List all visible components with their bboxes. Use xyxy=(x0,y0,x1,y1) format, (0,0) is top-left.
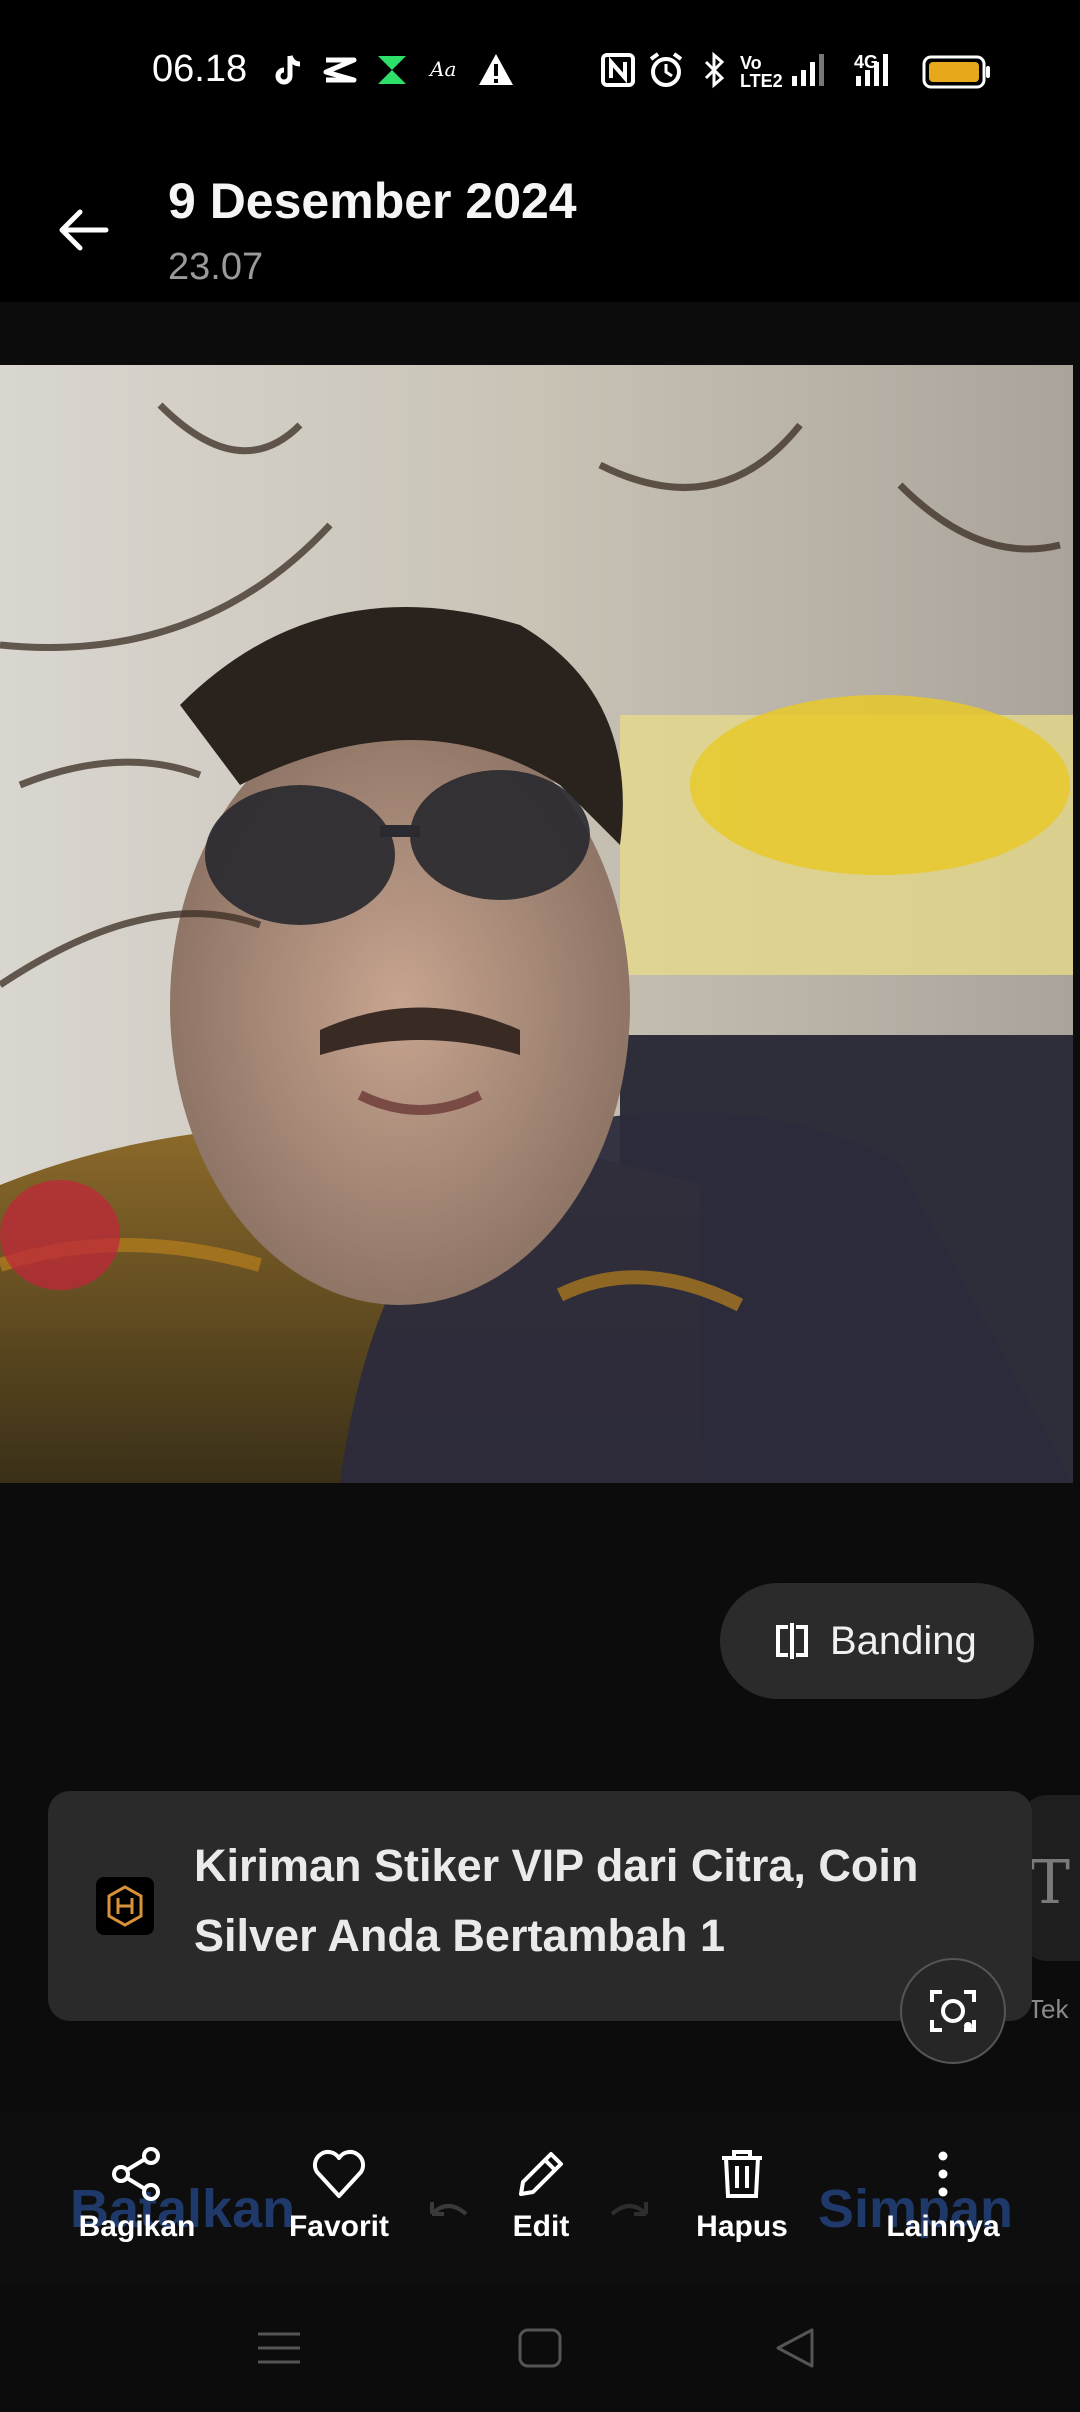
lens-scan-button[interactable] xyxy=(900,1958,1006,2064)
network-type: 4G xyxy=(854,52,879,72)
back-nav-icon[interactable] xyxy=(768,2320,824,2376)
more-vertical-icon xyxy=(938,2151,948,2197)
photo-content xyxy=(0,365,1073,1483)
more-button[interactable]: Lainnya xyxy=(873,2144,1013,2244)
compare-label: Banding xyxy=(830,1618,977,1663)
tiktok-icon xyxy=(275,55,301,85)
home-nav-icon[interactable] xyxy=(512,2320,568,2376)
battery-icon xyxy=(922,55,990,89)
photo-date-title: 9 Desember 2024 xyxy=(168,173,577,229)
toast-message: Kiriman Stiker VIP dari Citra, Coin Silv… xyxy=(194,1840,919,1961)
favorite-button[interactable]: Favorit xyxy=(269,2144,409,2244)
text-tool-letter: T xyxy=(1030,1848,1071,1918)
edit-button[interactable]: Edit xyxy=(471,2144,611,2244)
menu-nav-icon[interactable] xyxy=(252,2320,308,2376)
signal-icon xyxy=(792,54,824,86)
alarm-icon xyxy=(649,52,683,87)
status-time: 06.18 xyxy=(152,48,248,90)
edit-label: Edit xyxy=(512,2210,570,2243)
share-icon xyxy=(112,2147,160,2201)
favorite-label: Favorit xyxy=(288,2210,390,2243)
lens-scan-icon xyxy=(930,1990,976,2032)
ai-icon: Aa xyxy=(428,57,456,81)
compare-button[interactable]: Banding xyxy=(720,1583,1034,1699)
photo-time: 23.07 xyxy=(168,246,264,288)
bluetooth-icon xyxy=(704,51,725,89)
volte-label: Vo LTE2 xyxy=(740,53,783,91)
delete-label: Hapus xyxy=(696,2210,788,2243)
xender-icon xyxy=(378,56,406,84)
share-label: Bagikan xyxy=(78,2210,196,2243)
warning-icon xyxy=(479,54,513,85)
notification-toast[interactable]: Kiriman Stiker VIP dari Citra, Coin Silv… xyxy=(48,1791,1032,2021)
capcut-icon xyxy=(323,57,357,83)
app-logo-icon xyxy=(96,1877,154,1935)
more-label: Lainnya xyxy=(886,2210,1000,2243)
compare-icon xyxy=(776,1623,808,1659)
undo-icon xyxy=(430,2202,468,2216)
delete-button[interactable]: Hapus xyxy=(672,2144,812,2244)
share-button[interactable]: Bagikan xyxy=(67,2144,207,2244)
photo-viewer-image[interactable] xyxy=(0,365,1073,1483)
svg-text:Aa: Aa xyxy=(428,57,456,81)
pencil-icon xyxy=(519,2152,563,2196)
text-tool-label: Tek xyxy=(1028,1994,1069,2024)
trash-icon xyxy=(722,2150,762,2198)
back-arrow-icon[interactable] xyxy=(54,200,114,260)
nfc-icon xyxy=(601,53,635,87)
heart-icon xyxy=(313,2150,365,2198)
